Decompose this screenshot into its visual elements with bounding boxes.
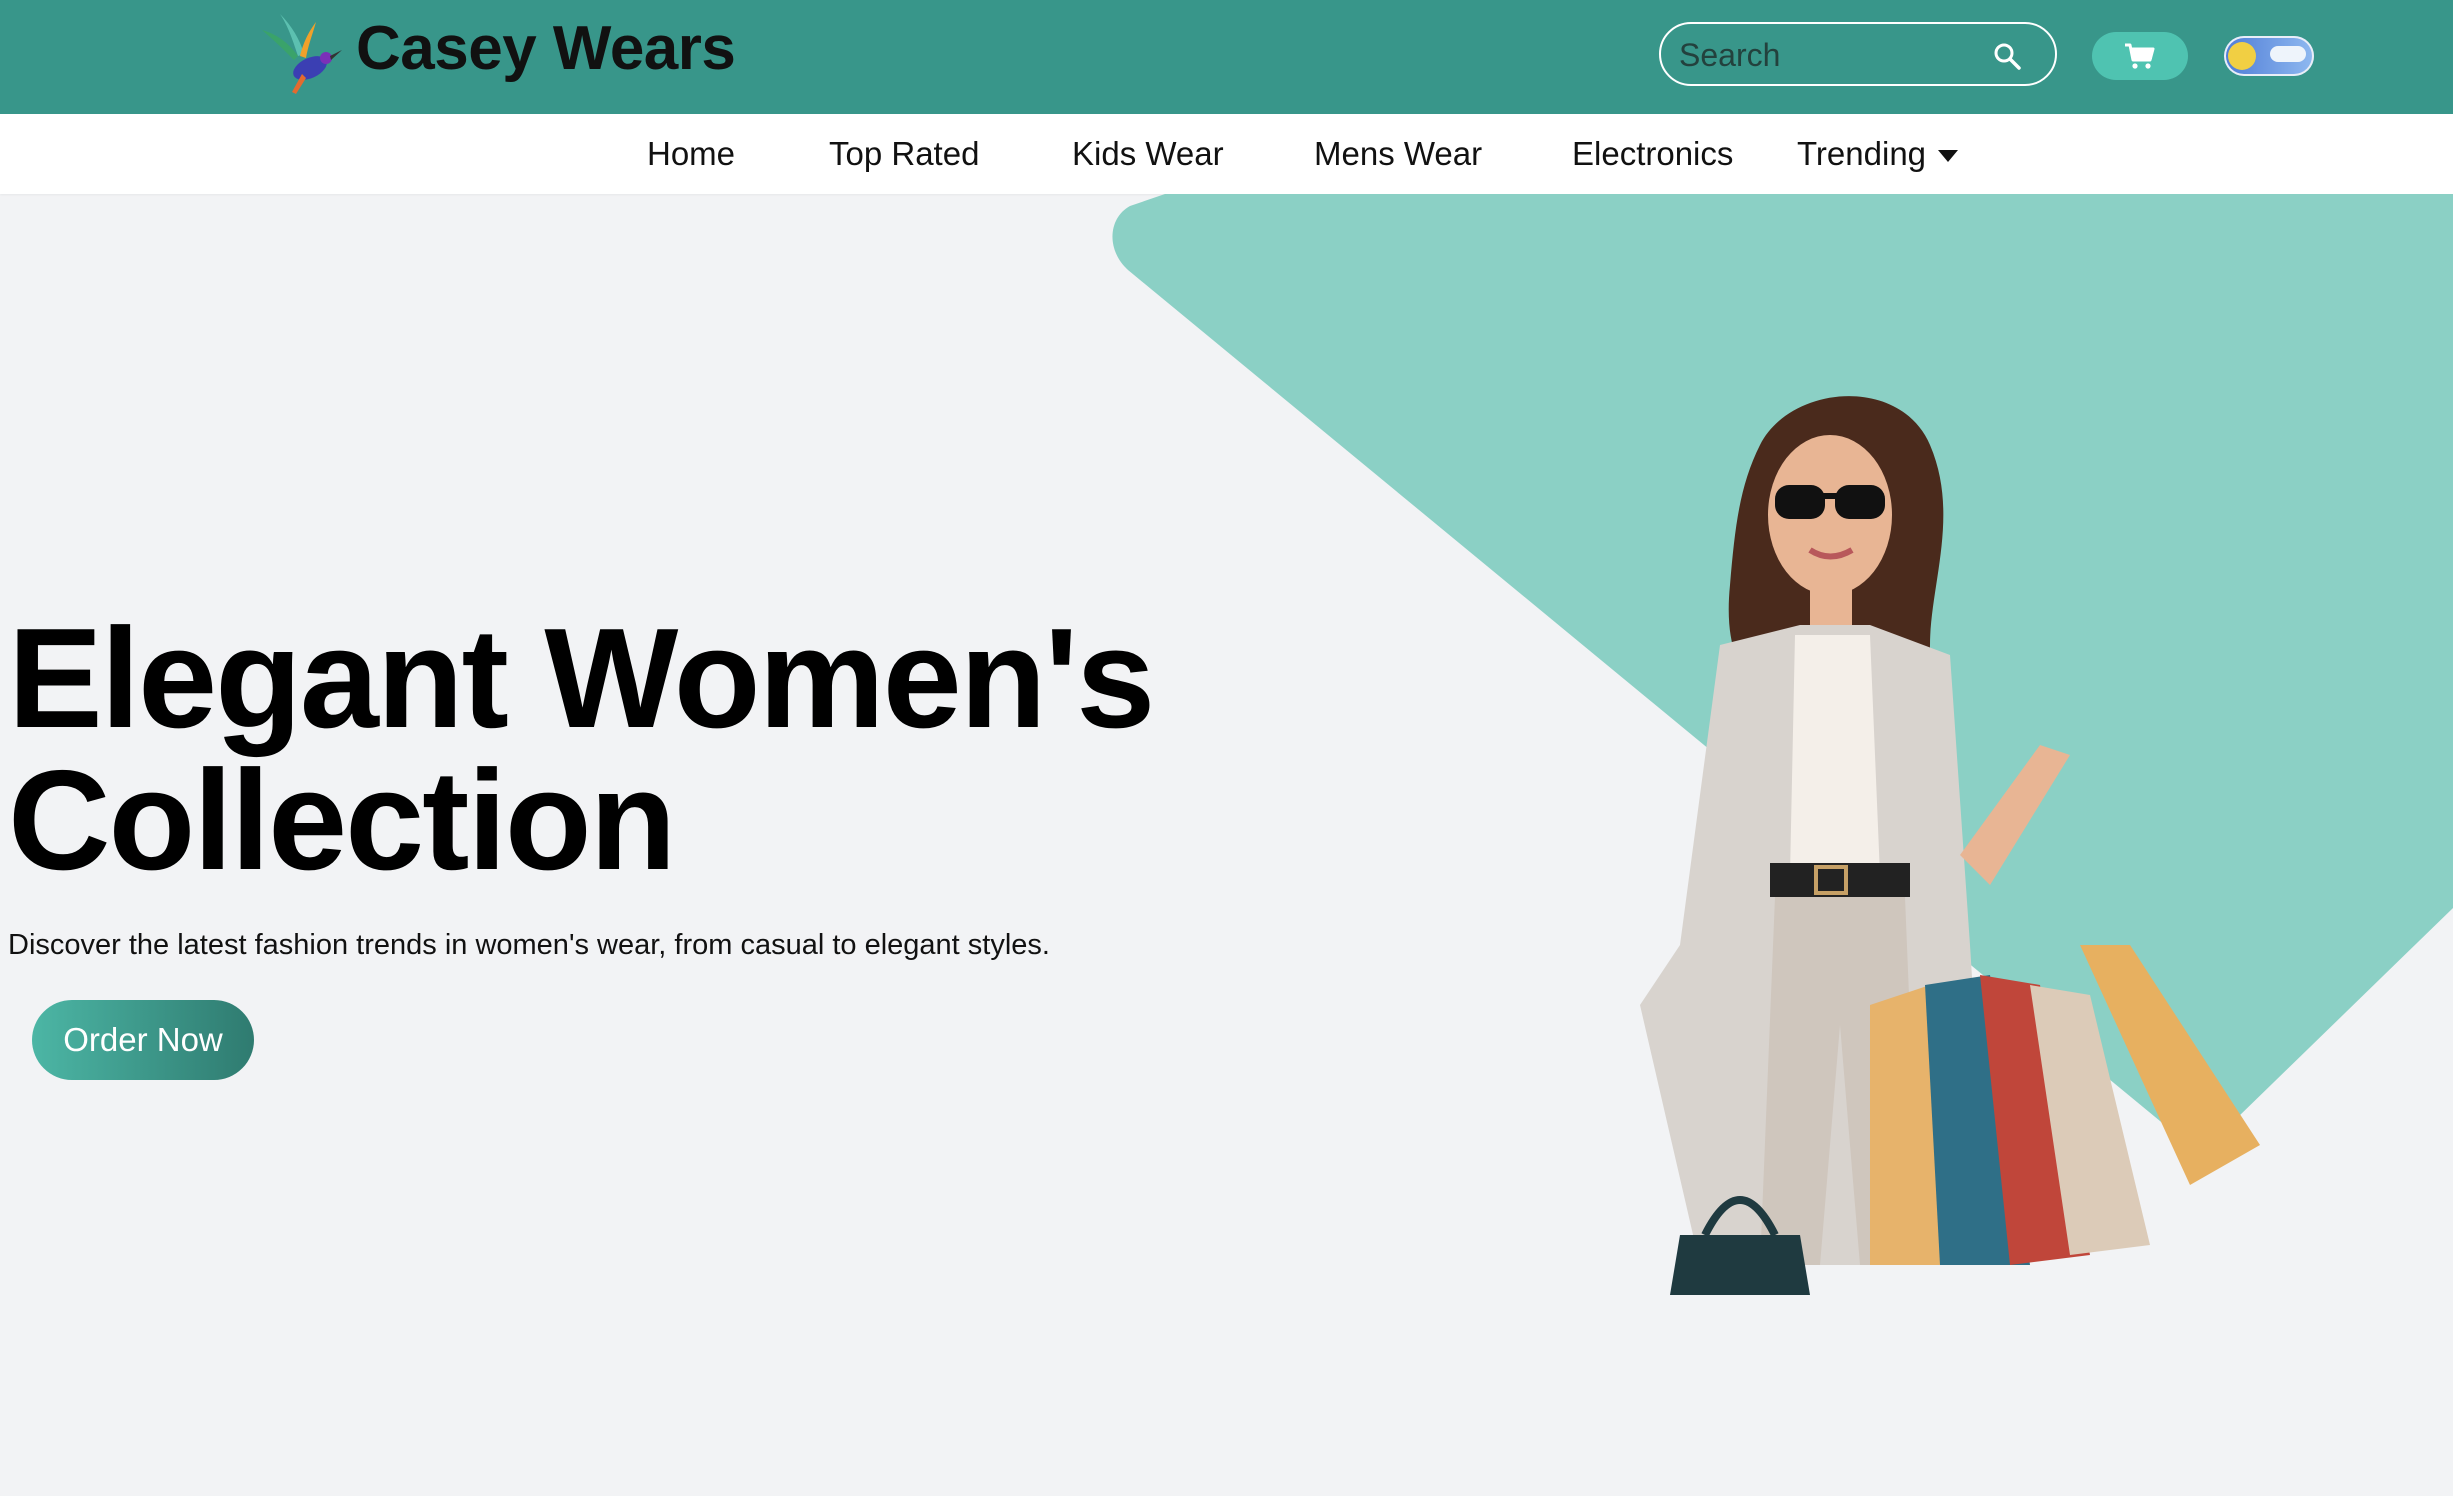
caret-down-icon	[1938, 150, 1959, 163]
search-box[interactable]	[1659, 22, 2057, 86]
top-header: Casey Wears	[0, 0, 2453, 114]
cart-button[interactable]	[2092, 32, 2188, 80]
fashion-model-image	[1640, 396, 2260, 1295]
hero-title-line-2: Collection	[8, 741, 676, 900]
hero-description: Discover the latest fashion trends in wo…	[8, 929, 1050, 961]
brand-name[interactable]: Casey Wears	[356, 10, 736, 88]
nav-item-trending[interactable]: Trending	[1797, 132, 1959, 176]
theme-toggle[interactable]	[2224, 36, 2314, 76]
hummingbird-icon[interactable]	[258, 12, 342, 98]
nav-item-top-rated[interactable]: Top Rated	[829, 132, 979, 176]
cart-icon	[2125, 43, 2155, 69]
nav-item-electronics[interactable]: Electronics	[1572, 132, 1733, 176]
hero-title-line-1: Elegant Women's	[8, 599, 1155, 758]
search-icon[interactable]	[1993, 42, 2021, 70]
nav-item-trending-label: Trending	[1797, 135, 1927, 172]
cloud-icon	[2270, 46, 2306, 62]
nav-item-kids-wear[interactable]: Kids Wear	[1072, 132, 1224, 176]
main-nav: Home Top Rated Kids Wear Mens Wear Elect…	[0, 114, 2453, 194]
nav-item-home[interactable]: Home	[647, 132, 735, 176]
search-input[interactable]	[1677, 32, 1991, 78]
order-now-button[interactable]: Order Now	[32, 1000, 254, 1080]
sun-icon	[2228, 42, 2256, 70]
hero-title: Elegant Women's Collection	[8, 608, 1208, 892]
nav-item-mens-wear[interactable]: Mens Wear	[1314, 132, 1482, 176]
